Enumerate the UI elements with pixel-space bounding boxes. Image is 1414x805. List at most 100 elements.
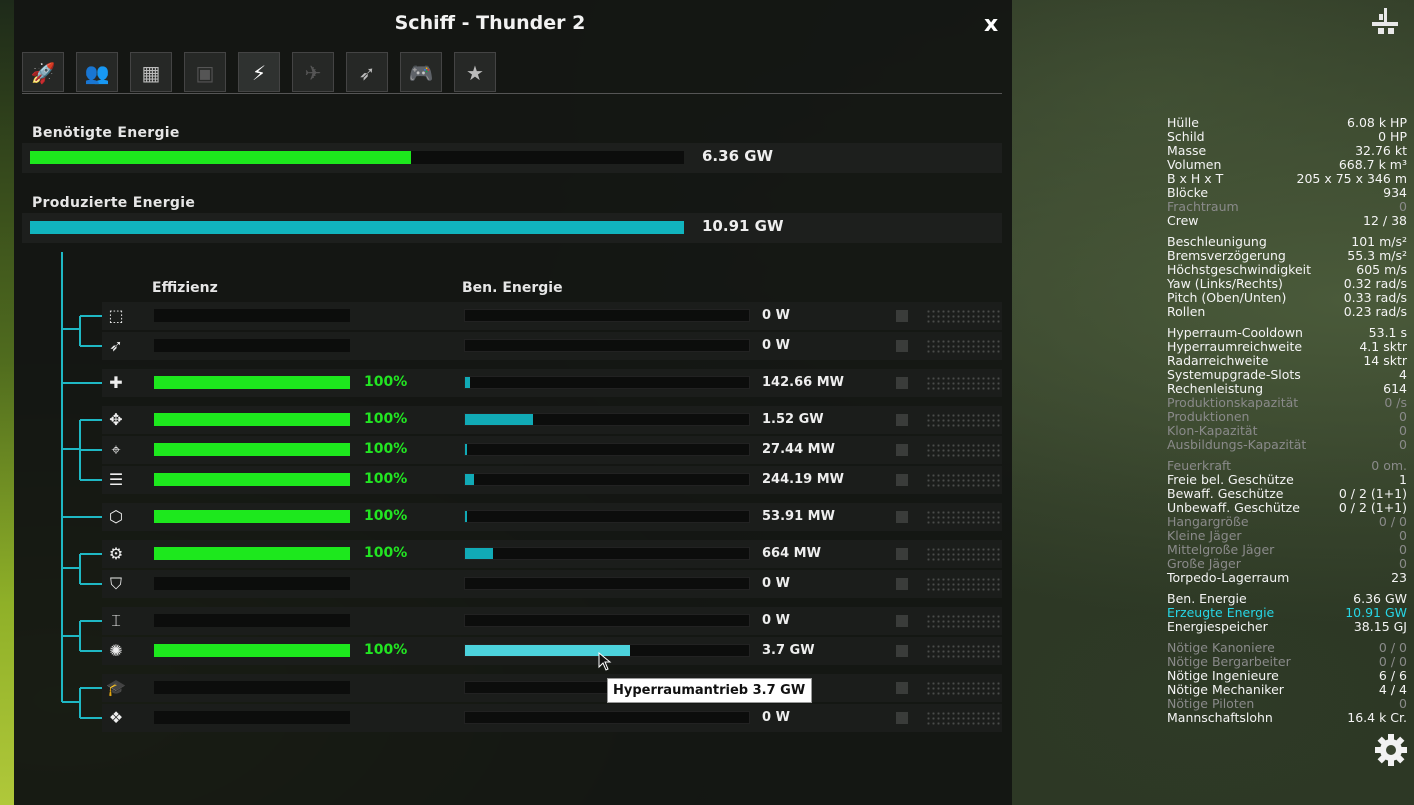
stat-label: Hangargröße (1167, 514, 1249, 529)
stat-row: Nötige Mechaniker 4 / 4 (1167, 683, 1407, 697)
stat-value: 6.36 GW (1353, 591, 1407, 606)
stat-label: Produktionen (1167, 409, 1250, 424)
tab-fighters[interactable]: ✈ (292, 52, 334, 92)
energy-value: 53.91 MW (762, 509, 835, 524)
tab-blocks[interactable]: ▦ (130, 52, 172, 92)
toggle-checkbox[interactable] (896, 444, 908, 456)
energy-bar[interactable] (464, 577, 750, 590)
priority-grip[interactable] (926, 339, 1000, 353)
energy-bar[interactable] (464, 339, 750, 352)
stat-label: Große Jäger (1167, 556, 1241, 571)
stat-row: Radarreichweite 14 sktr (1167, 354, 1407, 368)
stat-row: Ben. Energie 6.36 GW (1167, 592, 1407, 606)
toggle-checkbox[interactable] (896, 414, 908, 426)
energy-bar[interactable] (464, 510, 750, 523)
tab-energy[interactable]: ⚡ (238, 52, 280, 92)
stat-row: Nötige Bergarbeiter 0 / 0 (1167, 655, 1407, 669)
toggle-checkbox[interactable] (896, 310, 908, 322)
toggle-checkbox[interactable] (896, 682, 908, 694)
tab-favorites[interactable]: ★ (454, 52, 496, 92)
system-row: ☰ 100% 244.19 MW (102, 466, 1002, 494)
priority-grip[interactable] (926, 547, 1000, 561)
stat-row: Höchstgeschwindigkeit 605 m/s (1167, 263, 1407, 277)
priority-grip[interactable] (926, 309, 1000, 323)
system-row: ⚙ 100% 664 MW (102, 540, 1002, 568)
energy-bar[interactable] (464, 473, 750, 486)
gear-icon[interactable] (1374, 733, 1408, 767)
required-energy-bar: 6.36 GW (22, 143, 1002, 173)
priority-grip[interactable] (926, 577, 1000, 591)
stat-value: 0.33 rad/s (1343, 290, 1407, 305)
toggle-checkbox[interactable] (896, 615, 908, 627)
priority-grip[interactable] (926, 681, 1000, 695)
close-icon[interactable]: x (984, 12, 998, 37)
tab-fighters-icon: ✈ (304, 61, 322, 85)
stat-row: Klon-Kapazität 0 (1167, 424, 1407, 438)
required-energy-value: 6.36 GW (702, 147, 774, 165)
system-row: 🎓 (102, 674, 1002, 702)
satellite-icon[interactable] (1370, 6, 1402, 36)
priority-grip[interactable] (926, 711, 1000, 725)
stat-label: Feuerkraft (1167, 458, 1232, 473)
toggle-checkbox[interactable] (896, 645, 908, 657)
stat-row: Blöcke 934 (1167, 186, 1407, 200)
priority-grip[interactable] (926, 510, 1000, 524)
efficiency-bar (154, 473, 350, 486)
stat-row: Masse 32.76 kt (1167, 144, 1407, 158)
tab-blocks-icon: ▦ (141, 61, 161, 85)
stat-label: Energiespeicher (1167, 619, 1268, 634)
stat-value: 0 (1399, 528, 1407, 543)
energy-bar[interactable] (464, 376, 750, 389)
stat-row: Hülle 6.08 k HP (1167, 116, 1407, 130)
shield-icon: ⛉ (109, 574, 122, 593)
stat-row: Mannschaftslohn 16.4 k Cr. (1167, 711, 1407, 725)
priority-grip[interactable] (926, 443, 1000, 457)
move-icon: ✥ (109, 410, 123, 429)
tab-cargo[interactable]: ▣ (184, 52, 226, 92)
efficiency-bar (154, 309, 350, 322)
system-row: ⌖ 100% 27.44 MW (102, 436, 1002, 464)
energy-bar[interactable] (464, 443, 750, 456)
plus-icon: ✚ (109, 373, 123, 392)
toggle-checkbox[interactable] (896, 511, 908, 523)
ship-stats-panel: Hülle 6.08 k HP Schild 0 HP Masse 32.76 kt Vol… (1167, 116, 1407, 725)
efficiency-percent: 100% (364, 545, 408, 561)
toggle-checkbox[interactable] (896, 548, 908, 560)
stat-row: Hyperraum-Cooldown 53.1 s (1167, 326, 1407, 340)
toggle-checkbox[interactable] (896, 340, 908, 352)
system-row: ✺ 100% 3.7 GW (102, 637, 1002, 665)
energy-bar[interactable] (464, 309, 750, 322)
tab-controls[interactable]: 🎮 (400, 52, 442, 92)
toggle-checkbox[interactable] (896, 474, 908, 486)
priority-grip[interactable] (926, 376, 1000, 390)
stat-value: 0 HP (1378, 129, 1407, 144)
system-row: ➶ 0 W (102, 332, 1002, 360)
priority-grip[interactable] (926, 473, 1000, 487)
stat-label: Kleine Jäger (1167, 528, 1242, 543)
system-row: ⌶ 0 W (102, 607, 1002, 635)
stat-label: Volumen (1167, 157, 1222, 172)
stat-value: 934 (1383, 185, 1407, 200)
stat-label: Rollen (1167, 304, 1206, 319)
energy-bar[interactable] (464, 711, 750, 724)
stat-row: Erzeugte Energie 10.91 GW (1167, 606, 1407, 620)
energy-bar[interactable] (464, 413, 750, 426)
energy-bar[interactable] (464, 614, 750, 627)
tab-divider (22, 93, 1002, 94)
blocks-icon: ⬚ (108, 306, 124, 325)
energy-value: 142.66 MW (762, 375, 844, 390)
stat-value: 12 / 38 (1363, 213, 1407, 228)
efficiency-percent: 100% (364, 642, 408, 658)
stat-value: 0 / 0 (1378, 514, 1407, 529)
toggle-checkbox[interactable] (896, 712, 908, 724)
stat-value: 0 (1399, 423, 1407, 438)
energy-column-header: Ben. Energie (462, 280, 563, 296)
tab-torpedoes[interactable]: ➶ (346, 52, 388, 92)
energy-bar[interactable] (464, 547, 750, 560)
stat-label: Hyperraumreichweite (1167, 339, 1303, 354)
priority-grip[interactable] (926, 413, 1000, 427)
priority-grip[interactable] (926, 614, 1000, 628)
priority-grip[interactable] (926, 644, 1000, 658)
toggle-checkbox[interactable] (896, 578, 908, 590)
toggle-checkbox[interactable] (896, 377, 908, 389)
